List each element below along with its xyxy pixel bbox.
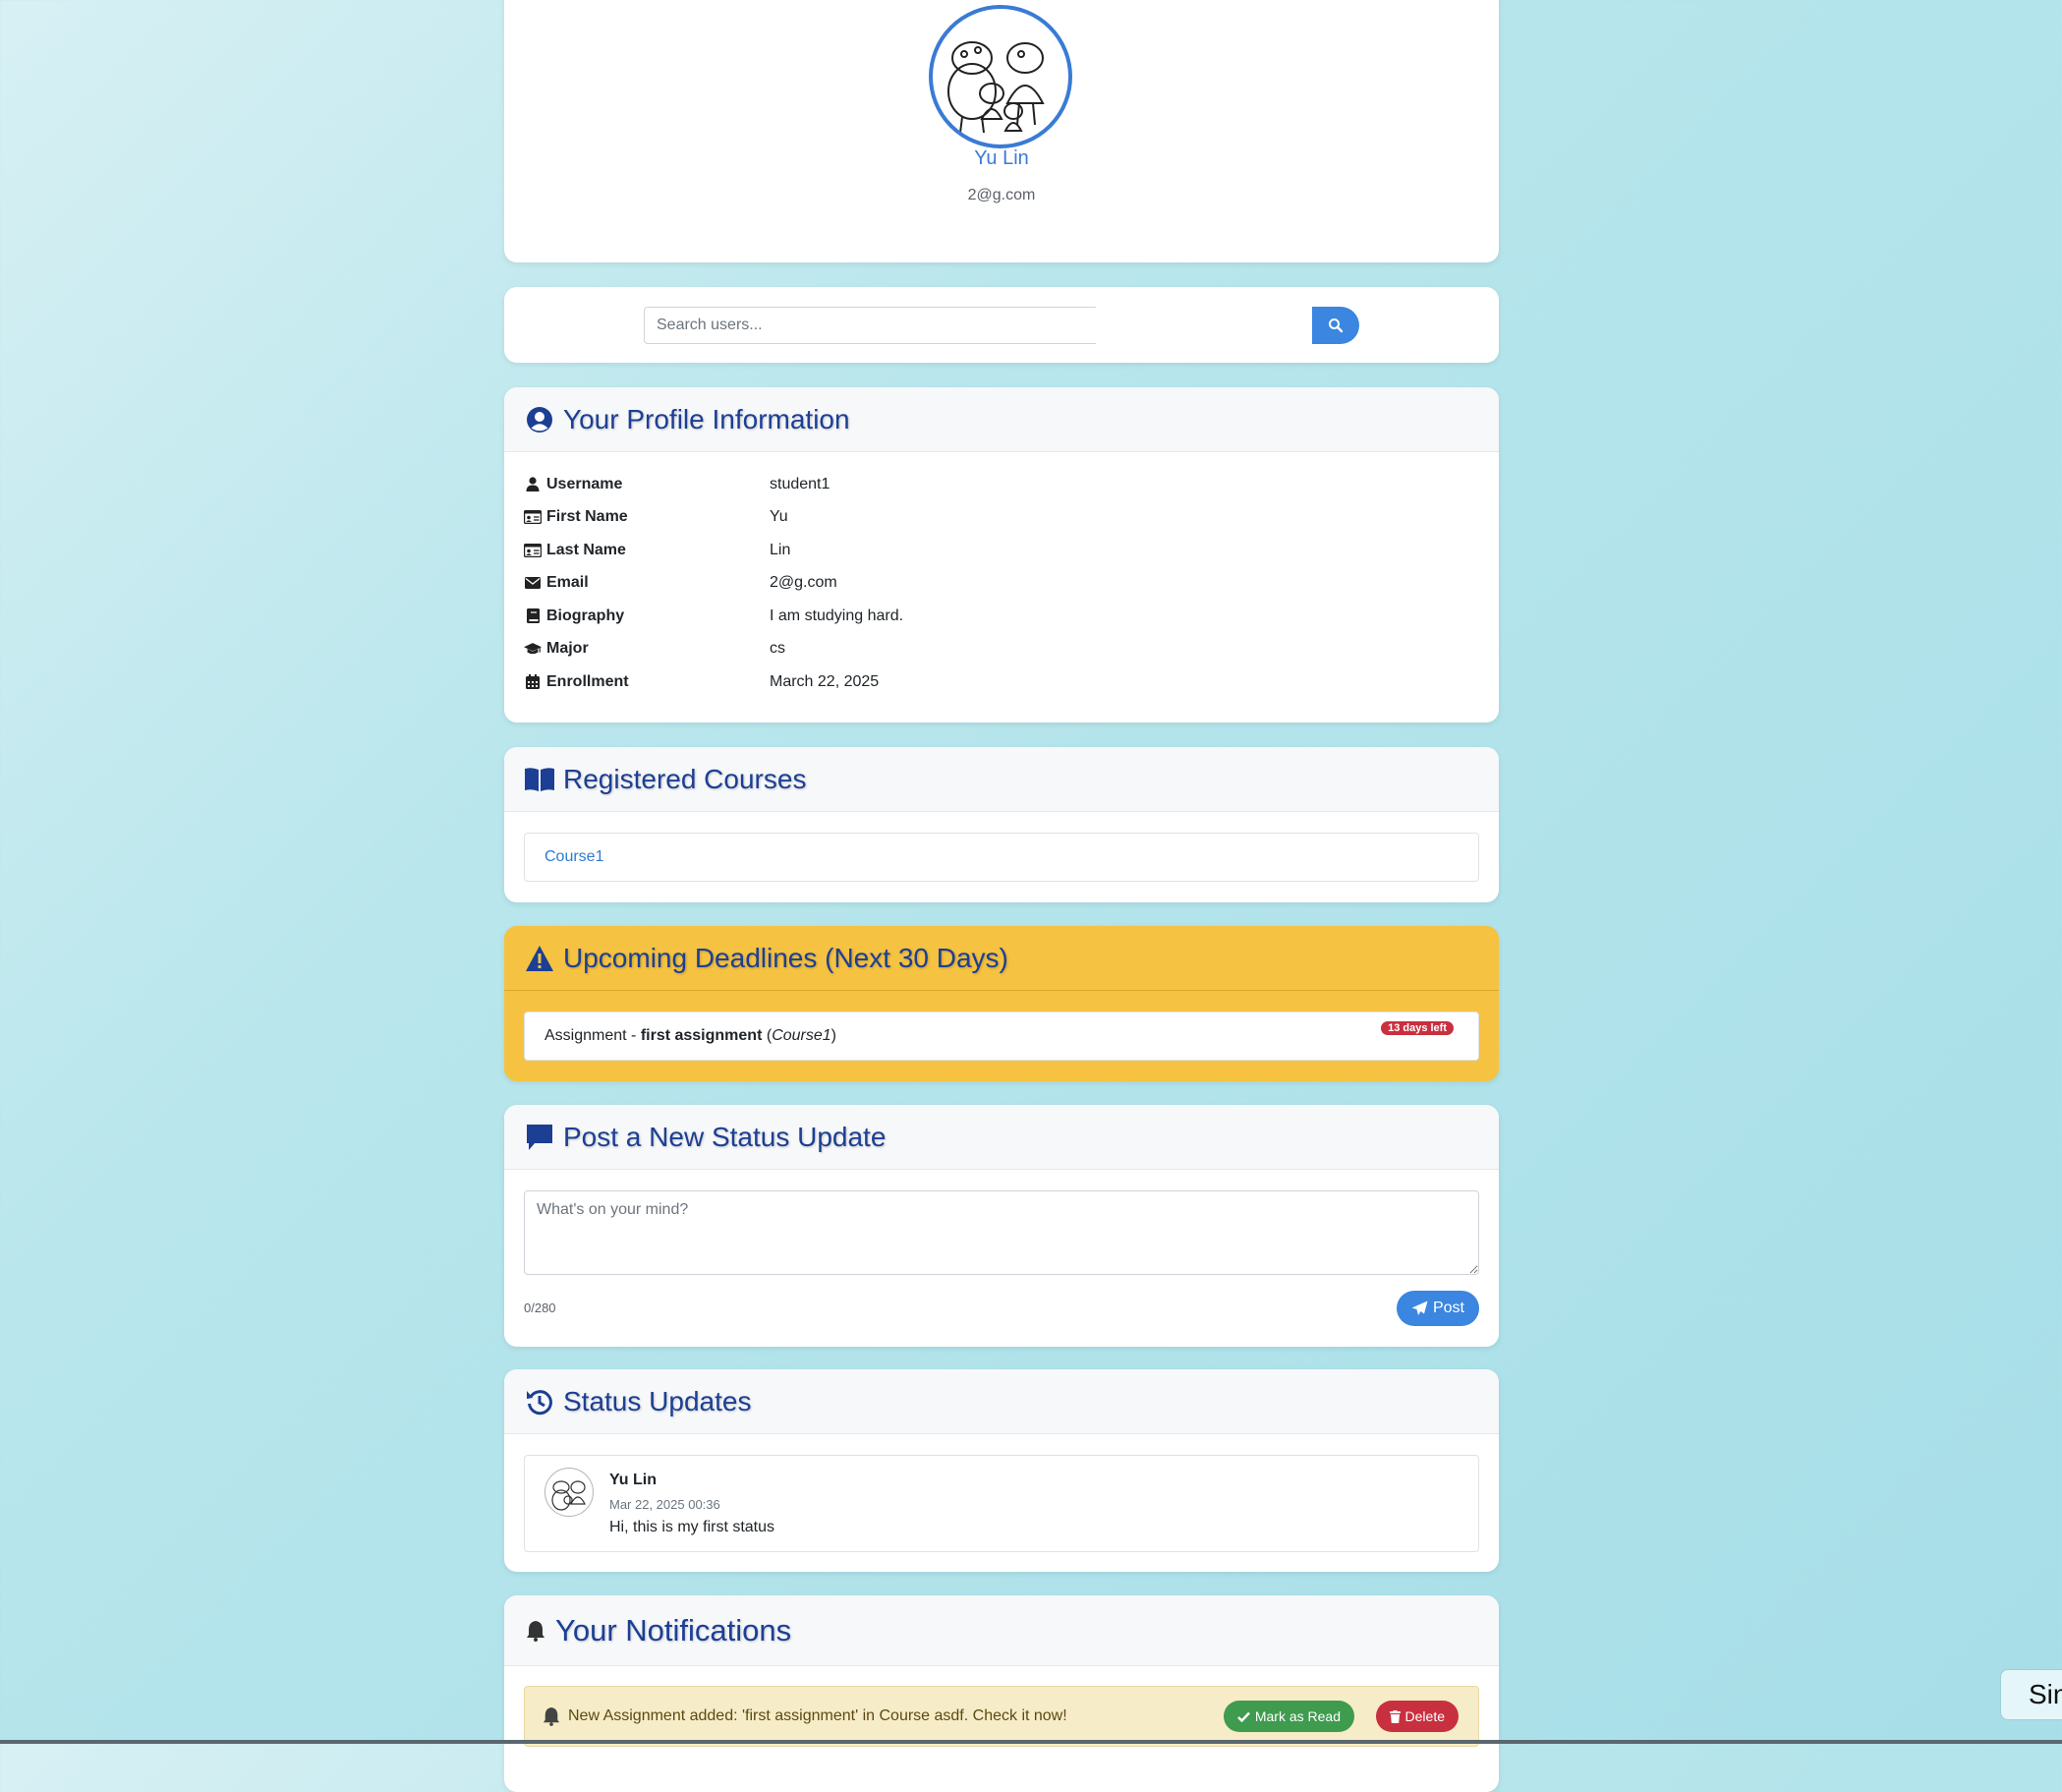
post-status-header: Post a New Status Update <box>504 1105 1499 1170</box>
status-updates-header: Status Updates <box>504 1369 1499 1434</box>
check-icon <box>1236 1711 1250 1722</box>
open-book-icon <box>524 764 555 795</box>
info-value: student1 <box>770 475 831 492</box>
info-value: Lin <box>770 541 791 558</box>
mark-as-read-label: Mark as Read <box>1254 1708 1341 1724</box>
user-icon <box>524 477 542 492</box>
avatar[interactable] <box>544 1468 594 1517</box>
history-icon <box>524 1386 555 1417</box>
registered-courses-card: Registered Courses Course1 <box>504 747 1499 902</box>
info-row-first-name: First Name Yu <box>524 501 903 535</box>
notification-text: New Assignment added: 'first assignment'… <box>568 1707 1067 1724</box>
info-label: Biography <box>546 607 625 624</box>
profile-info-table: Username student1 First Name Yu Last Nam… <box>524 468 903 699</box>
info-value: Yu <box>770 508 788 526</box>
deadline-assignment-name: first assignment <box>640 1027 763 1044</box>
profile-info-card: Your Profile Information Username studen… <box>504 387 1499 723</box>
course-link[interactable]: Course1 <box>544 848 603 866</box>
info-label: Last Name <box>546 541 626 558</box>
search-button[interactable] <box>1312 307 1359 344</box>
post-button[interactable]: Post <box>1397 1291 1479 1326</box>
bell-icon <box>524 1615 547 1647</box>
family-cartoon-avatar <box>947 41 1045 134</box>
info-label: Enrollment <box>546 672 629 690</box>
id-card-icon <box>524 543 542 557</box>
mark-as-read-button[interactable]: Mark as Read <box>1223 1701 1354 1732</box>
notifications-title: Your Notifications <box>555 1612 792 1647</box>
profile-card: Yu Lin 2@g.com <box>504 0 1499 262</box>
info-row-email: Email 2@g.com <box>524 567 903 601</box>
profile-avatar <box>929 5 1072 148</box>
upcoming-deadlines-title: Upcoming Deadlines (Next 30 Days) <box>563 942 1008 973</box>
info-row-username: Username student1 <box>524 468 903 501</box>
course-list-item: Course1 <box>524 833 1479 882</box>
info-value: 2@g.com <box>770 574 837 592</box>
status-updates-title: Status Updates <box>563 1385 752 1416</box>
info-label: Major <box>546 640 589 658</box>
profile-email: 2@g.com <box>967 187 1036 203</box>
info-row-biography: Biography I am studying hard. <box>524 600 903 633</box>
registered-courses-title: Registered Courses <box>563 763 807 794</box>
notifications-header: Your Notifications <box>504 1595 1499 1666</box>
status-update-item: Yu Lin Mar 22, 2025 00:36 Hi, this is my… <box>524 1455 1479 1552</box>
search-icon <box>1329 318 1344 333</box>
user-circle-icon <box>524 404 555 435</box>
warning-triangle-icon <box>524 943 555 974</box>
registered-courses-header: Registered Courses <box>504 747 1499 812</box>
info-row-last-name: Last Name Lin <box>524 534 903 567</box>
deadline-prefix: Assignment - <box>544 1027 641 1044</box>
search-input[interactable] <box>644 307 1096 344</box>
trash-icon <box>1389 1709 1401 1723</box>
days-left-badge: 13 days left <box>1381 1021 1454 1035</box>
info-row-major: Major cs <box>524 633 903 666</box>
comment-icon <box>524 1122 555 1153</box>
delete-button[interactable]: Delete <box>1375 1701 1459 1732</box>
notification-item: New Assignment added: 'first assignment'… <box>524 1686 1479 1747</box>
book-icon <box>524 608 542 624</box>
profile-name: Yu Lin <box>974 147 1029 169</box>
side-widget-label: Sin <box>2029 1679 2062 1709</box>
profile-info-header: Your Profile Information <box>504 387 1499 452</box>
deadline-course: Course1 <box>772 1027 831 1044</box>
graduation-cap-icon <box>524 642 542 656</box>
status-textarea[interactable] <box>524 1190 1479 1275</box>
status-updates-card: Status Updates Yu Lin Mar 22, 2025 00:36… <box>504 1369 1499 1572</box>
notifications-card: Your Notifications New Assignment added:… <box>504 1595 1499 1792</box>
info-value: cs <box>770 640 785 658</box>
side-widget-tab[interactable]: Sin <box>2000 1669 2062 1720</box>
upcoming-deadlines-card: Upcoming Deadlines (Next 30 Days) Assign… <box>504 926 1499 1081</box>
post-button-label: Post <box>1432 1300 1464 1316</box>
family-cartoon-avatar-small <box>551 1480 586 1511</box>
info-label: Email <box>546 574 589 592</box>
status-text: Hi, this is my first status <box>609 1519 775 1535</box>
status-author-name: Yu Lin <box>609 1472 657 1488</box>
status-timestamp: Mar 22, 2025 00:36 <box>609 1497 720 1512</box>
bell-icon <box>543 1706 560 1726</box>
post-status-card: Post a New Status Update 0/280 Post <box>504 1105 1499 1347</box>
info-row-enrollment: Enrollment March 22, 2025 <box>524 665 903 699</box>
info-label: First Name <box>546 508 628 526</box>
envelope-icon <box>524 577 542 590</box>
character-count: 0/280 <box>524 1301 556 1315</box>
paper-plane-icon <box>1411 1301 1428 1315</box>
info-value: March 22, 2025 <box>770 672 880 690</box>
post-status-title: Post a New Status Update <box>563 1121 887 1152</box>
deadline-item: Assignment - first assignment (Course1) … <box>524 1012 1479 1061</box>
search-card <box>504 287 1499 363</box>
info-label: Username <box>546 475 623 492</box>
profile-info-title: Your Profile Information <box>563 403 850 434</box>
bottom-edge-bar <box>0 1740 2062 1744</box>
delete-label: Delete <box>1404 1708 1445 1724</box>
calendar-icon <box>524 674 542 690</box>
info-value: I am studying hard. <box>770 607 904 624</box>
upcoming-deadlines-header: Upcoming Deadlines (Next 30 Days) <box>504 926 1499 991</box>
id-card-icon <box>524 510 542 525</box>
